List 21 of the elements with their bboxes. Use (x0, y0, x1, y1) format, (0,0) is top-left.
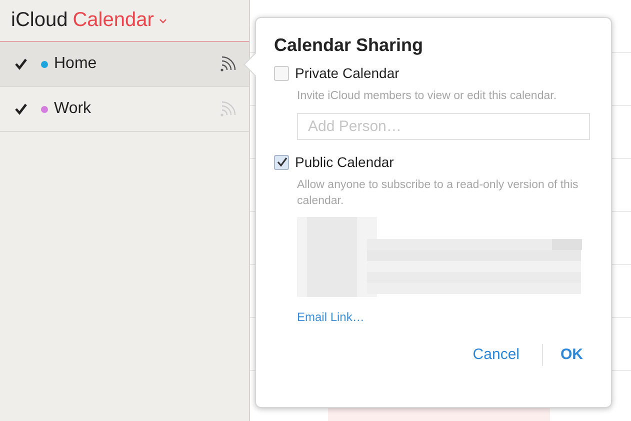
chevron-icon (158, 18, 167, 24)
option-label: Public Calendar (295, 154, 394, 170)
checkmark-icon[interactable] (14, 57, 28, 71)
add-person-field[interactable]: Add Person… (297, 113, 590, 140)
calendar-name: Work (54, 100, 92, 118)
checkbox[interactable] (274, 66, 289, 80)
popover-title: Calendar Sharing (274, 35, 424, 56)
calendar-name: Home (54, 55, 98, 73)
brand-name: iCloud (11, 9, 68, 32)
calendar-item[interactable]: Home (0, 42, 249, 87)
option-description: Invite iCloud members to view or edit this calendar. (297, 89, 558, 104)
option-label: Private Calendar (295, 65, 400, 81)
checkbox-option[interactable]: Private Calendar (274, 65, 589, 81)
checkbox[interactable] (274, 154, 289, 170)
cancel-button[interactable]: Cancel (466, 342, 526, 367)
option-description: Allow anyone to subscribe to a read-only version of this calendar. (297, 178, 580, 209)
checkbox-option[interactable]: Public Calendar (274, 154, 589, 170)
checkmark-icon (276, 156, 288, 168)
ok-button[interactable]: OK (554, 342, 589, 367)
calendar-item[interactable]: Work (0, 87, 249, 132)
checkmark-icon[interactable] (14, 102, 28, 116)
